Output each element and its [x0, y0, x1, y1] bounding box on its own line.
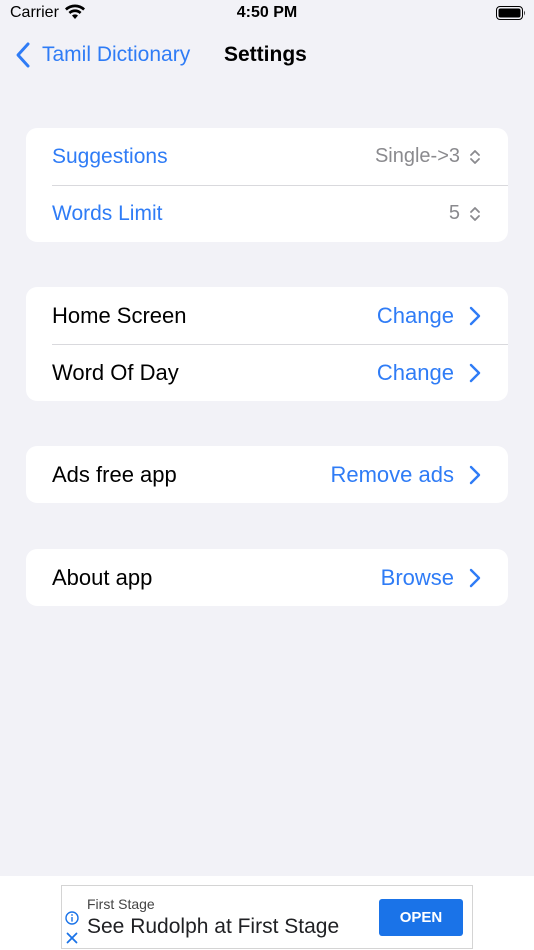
home-screen-value: Change: [376, 302, 454, 328]
home-screen-row[interactable]: Home Screen Change: [26, 287, 508, 344]
remove-ads-value: Remove ads: [330, 461, 454, 487]
ad-banner[interactable]: First Stage See Rudolph at First Stage O…: [61, 885, 473, 949]
words-limit-label: Words Limit: [52, 201, 163, 225]
chevron-right-icon: [469, 306, 481, 325]
ad-banner-area: First Stage See Rudolph at First Stage O…: [0, 876, 534, 950]
page-title: Settings: [224, 43, 307, 66]
words-limit-row[interactable]: Words Limit 5: [26, 185, 508, 242]
word-of-day-label: Word Of Day: [52, 359, 179, 385]
ad-headline[interactable]: See Rudolph at First Stage: [87, 915, 339, 939]
suggestions-value: Single->3: [374, 145, 460, 167]
word-of-day-row[interactable]: Word Of Day Change: [26, 344, 508, 401]
navigation-bar: Tamil Dictionary Settings: [0, 30, 534, 80]
chevron-right-icon: [469, 363, 481, 382]
battery-icon: [496, 6, 525, 20]
chevron-left-icon: [16, 42, 30, 68]
screens-group: Home Screen Change Word Of Day Change: [26, 287, 508, 401]
about-app-label: About app: [52, 564, 153, 590]
clock: 4:50 PM: [236, 4, 298, 21]
ad-open-button[interactable]: OPEN: [379, 899, 463, 936]
ads-free-row[interactable]: Ads free app Remove ads: [26, 446, 508, 503]
status-bar: Carrier 4:50 PM: [0, 0, 534, 28]
close-icon[interactable]: [66, 932, 78, 944]
info-icon[interactable]: [65, 911, 79, 925]
about-group: About app Browse: [26, 549, 508, 606]
suggestions-group: Suggestions Single->3 Words Limit 5: [26, 128, 508, 242]
back-label: Tamil Dictionary: [42, 43, 191, 66]
suggestions-label: Suggestions: [52, 144, 168, 168]
popup-updown-icon: [470, 206, 480, 221]
about-app-row[interactable]: About app Browse: [26, 549, 508, 606]
chevron-right-icon: [469, 568, 481, 587]
suggestions-row[interactable]: Suggestions Single->3: [26, 128, 508, 185]
back-button[interactable]: Tamil Dictionary: [14, 39, 190, 71]
home-screen-label: Home Screen: [52, 302, 187, 328]
chevron-right-icon: [469, 465, 481, 484]
word-of-day-value: Change: [376, 359, 454, 385]
settings-screen: Carrier 4:50 PM Tamil Dictionary Setting…: [0, 0, 534, 950]
ads-group: Ads free app Remove ads: [26, 446, 508, 503]
browse-value: Browse: [380, 564, 454, 590]
words-limit-value: 5: [448, 202, 460, 224]
ads-free-label: Ads free app: [52, 461, 177, 487]
popup-updown-icon: [470, 149, 480, 164]
ad-sponsor: First Stage: [87, 896, 155, 912]
